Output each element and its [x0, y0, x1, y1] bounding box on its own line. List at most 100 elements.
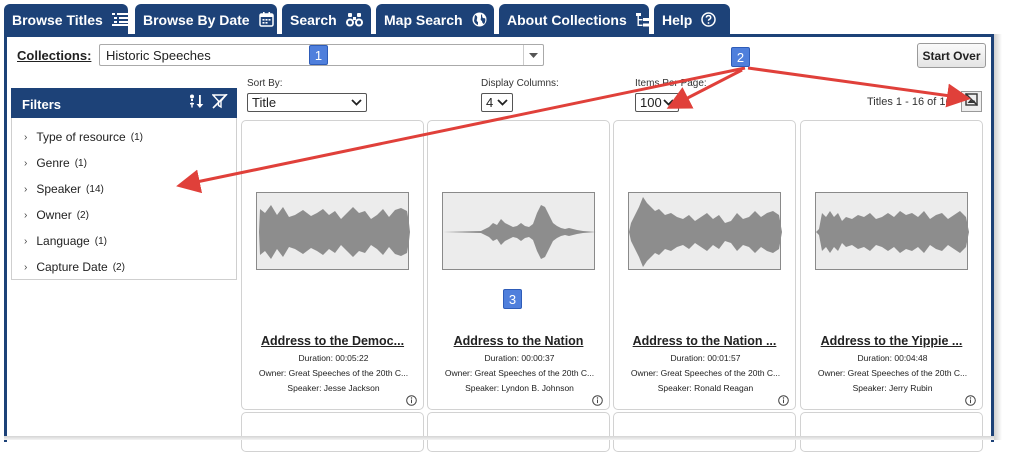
panel-shadow: [994, 34, 1002, 440]
tab-browse-titles[interactable]: Browse Titles: [4, 4, 128, 35]
audio-waveform-thumbnail[interactable]: [628, 192, 782, 270]
tab-map-search[interactable]: Map Search: [376, 4, 494, 35]
filter-count: (2): [76, 209, 89, 221]
filter-count: (1): [94, 235, 107, 247]
items-per-page-label: Items Per Page:: [635, 78, 707, 89]
chevron-right-icon: ›: [24, 183, 28, 195]
card-duration: Duration: 00:04:48: [857, 353, 928, 363]
chevron-right-icon: ›: [24, 209, 28, 221]
audio-waveform-thumbnail[interactable]: [815, 192, 969, 270]
filter-speaker[interactable]: › Speaker (14): [24, 182, 104, 196]
filters-list: › Type of resource (1) › Genre (1) › Spe…: [11, 118, 237, 280]
title-card-partial[interactable]: [613, 412, 796, 452]
card-speaker: Speaker: Ronald Reagan: [657, 383, 754, 393]
panel-bottom-edge: [4, 436, 994, 440]
tab-search-label: Search: [290, 11, 337, 28]
filters-header: Filters: [11, 88, 237, 118]
filter-label: Type of resource: [36, 130, 126, 144]
globe-icon: [472, 12, 487, 27]
callout-badge: 2: [731, 47, 750, 67]
chevron-down-icon: [523, 45, 543, 65]
card-owner: Owner: Great Speeches of the 20th C...: [630, 368, 781, 378]
chevron-down-icon: [663, 96, 674, 111]
tab-browse-by-date-label: Browse By Date: [143, 11, 250, 28]
title-card-partial[interactable]: [800, 412, 983, 452]
filter-language[interactable]: › Language (1): [24, 234, 107, 248]
info-icon[interactable]: [965, 393, 976, 411]
items-per-page-select[interactable]: 100: [635, 93, 679, 112]
title-card-partial[interactable]: [241, 412, 424, 452]
tab-browse-by-date[interactable]: Browse By Date: [135, 4, 277, 35]
display-columns-select[interactable]: 4: [481, 93, 513, 112]
card-title-link[interactable]: Address to the Yippie ...: [801, 334, 982, 348]
card-duration: Duration: 00:01:57: [670, 353, 741, 363]
title-card[interactable]: Address to the Nation ... Duration: 00:0…: [613, 120, 796, 410]
callout-badge: 1: [309, 45, 328, 65]
title-card[interactable]: Address to the Yippie ... Duration: 00:0…: [800, 120, 983, 410]
callout-badge: 3: [503, 289, 522, 309]
filter-genre[interactable]: › Genre (1): [24, 156, 87, 170]
tree-icon: [635, 12, 650, 27]
clear-filters-icon[interactable]: [211, 93, 228, 112]
card-speaker: Speaker: Jesse Jackson: [287, 383, 380, 393]
tab-help-label: Help: [662, 11, 693, 28]
start-over-button[interactable]: Start Over: [917, 43, 986, 68]
card-speaker: Speaker: Lyndon B. Johnson: [465, 383, 574, 393]
filters-title: Filters: [22, 97, 62, 112]
title-card-partial[interactable]: [427, 412, 610, 452]
tab-map-search-label: Map Search: [384, 11, 463, 28]
question-circle-icon: [701, 12, 717, 27]
sort-filters-icon[interactable]: [189, 94, 205, 112]
info-icon[interactable]: [778, 393, 789, 411]
filter-count: (1): [74, 157, 87, 169]
chevron-right-icon: ›: [24, 157, 28, 169]
tab-search[interactable]: Search: [282, 4, 371, 35]
card-speaker: Speaker: Jerry Rubin: [852, 383, 933, 393]
chevron-down-icon: [351, 96, 362, 111]
collections-selected-value: Historic Speeches: [106, 48, 211, 63]
display-columns-label: Display Columns:: [481, 78, 559, 89]
audio-waveform-thumbnail[interactable]: [442, 192, 596, 270]
filter-label: Language: [36, 234, 90, 248]
filter-label: Speaker: [36, 182, 82, 196]
tab-about-collections-label: About Collections: [507, 11, 627, 28]
filter-capture-date[interactable]: › Capture Date (2): [24, 260, 125, 274]
sort-by-value: Title: [252, 95, 277, 110]
info-icon[interactable]: [406, 393, 417, 411]
tab-about-collections[interactable]: About Collections: [499, 4, 649, 35]
card-duration: Duration: 00:00:37: [484, 353, 555, 363]
list-icon: [111, 13, 128, 26]
display-columns-value: 4: [486, 95, 494, 110]
filter-label: Capture Date: [36, 260, 108, 274]
audio-waveform-thumbnail[interactable]: [256, 192, 410, 270]
filter-count: (14): [86, 183, 104, 195]
filter-type-of-resource[interactable]: › Type of resource (1): [24, 130, 143, 144]
filter-count: (2): [112, 261, 125, 273]
collections-label: Collections:: [17, 48, 92, 63]
sort-by-label: Sort By:: [247, 78, 283, 89]
filter-owner[interactable]: › Owner (2): [24, 208, 89, 222]
tab-browse-titles-label: Browse Titles: [12, 11, 103, 28]
filter-count: (1): [130, 131, 143, 143]
items-per-page-value: 100: [640, 95, 662, 110]
titles-count: Titles 1 - 16 of 16: [867, 96, 952, 108]
card-title-link[interactable]: Address to the Nation: [428, 334, 609, 348]
chevron-right-icon: ›: [24, 131, 28, 143]
sort-by-select[interactable]: Title: [247, 93, 367, 112]
tab-help[interactable]: Help: [654, 4, 730, 35]
no-image-icon: [965, 92, 978, 111]
card-owner: Owner: Great Speeches of the 20th C...: [444, 368, 595, 378]
binoculars-icon: [345, 12, 363, 27]
chevron-right-icon: ›: [24, 235, 28, 247]
card-title-link[interactable]: Address to the Democ...: [242, 334, 423, 348]
card-duration: Duration: 00:05:22: [298, 353, 369, 363]
toggle-images-button[interactable]: [961, 91, 982, 112]
title-card[interactable]: Address to the Democ... Duration: 00:05:…: [241, 120, 424, 410]
calendar-icon: [258, 12, 274, 27]
info-icon[interactable]: [592, 393, 603, 411]
card-owner: Owner: Great Speeches of the 20th C...: [817, 368, 968, 378]
filter-label: Owner: [36, 208, 72, 222]
chevron-right-icon: ›: [24, 261, 28, 273]
card-title-link[interactable]: Address to the Nation ...: [614, 334, 795, 348]
title-card[interactable]: Address to the Nation Duration: 00:00:37…: [427, 120, 610, 410]
